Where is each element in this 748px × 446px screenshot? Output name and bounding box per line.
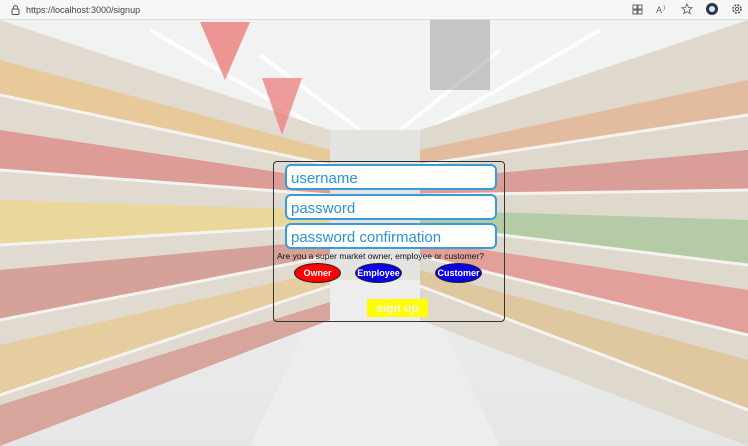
employee-role-button[interactable]: Employee bbox=[355, 263, 402, 283]
browser-toolbar: https://localhost:3000/signup A) bbox=[0, 0, 748, 20]
customer-role-button[interactable]: Customer bbox=[435, 263, 482, 283]
username-input[interactable] bbox=[285, 164, 497, 190]
read-aloud-icon[interactable]: A) bbox=[655, 2, 669, 16]
owner-role-button[interactable]: Owner bbox=[294, 263, 341, 283]
svg-text:A: A bbox=[656, 6, 663, 15]
address-bar[interactable]: https://localhost:3000/signup bbox=[26, 5, 140, 15]
grid-icon[interactable] bbox=[630, 2, 644, 16]
password-input[interactable] bbox=[285, 194, 497, 220]
settings-icon[interactable] bbox=[730, 2, 744, 16]
favorite-star-icon[interactable] bbox=[680, 2, 694, 16]
password-confirmation-input[interactable] bbox=[285, 223, 497, 249]
signup-form: Are you a super market owner, employee o… bbox=[273, 161, 505, 322]
svg-text:): ) bbox=[663, 5, 665, 12]
sign-up-button[interactable]: sign up bbox=[367, 299, 428, 317]
role-question-label: Are you a super market owner, employee o… bbox=[277, 251, 484, 261]
profile-icon[interactable] bbox=[705, 2, 719, 16]
lock-icon[interactable] bbox=[9, 4, 21, 16]
